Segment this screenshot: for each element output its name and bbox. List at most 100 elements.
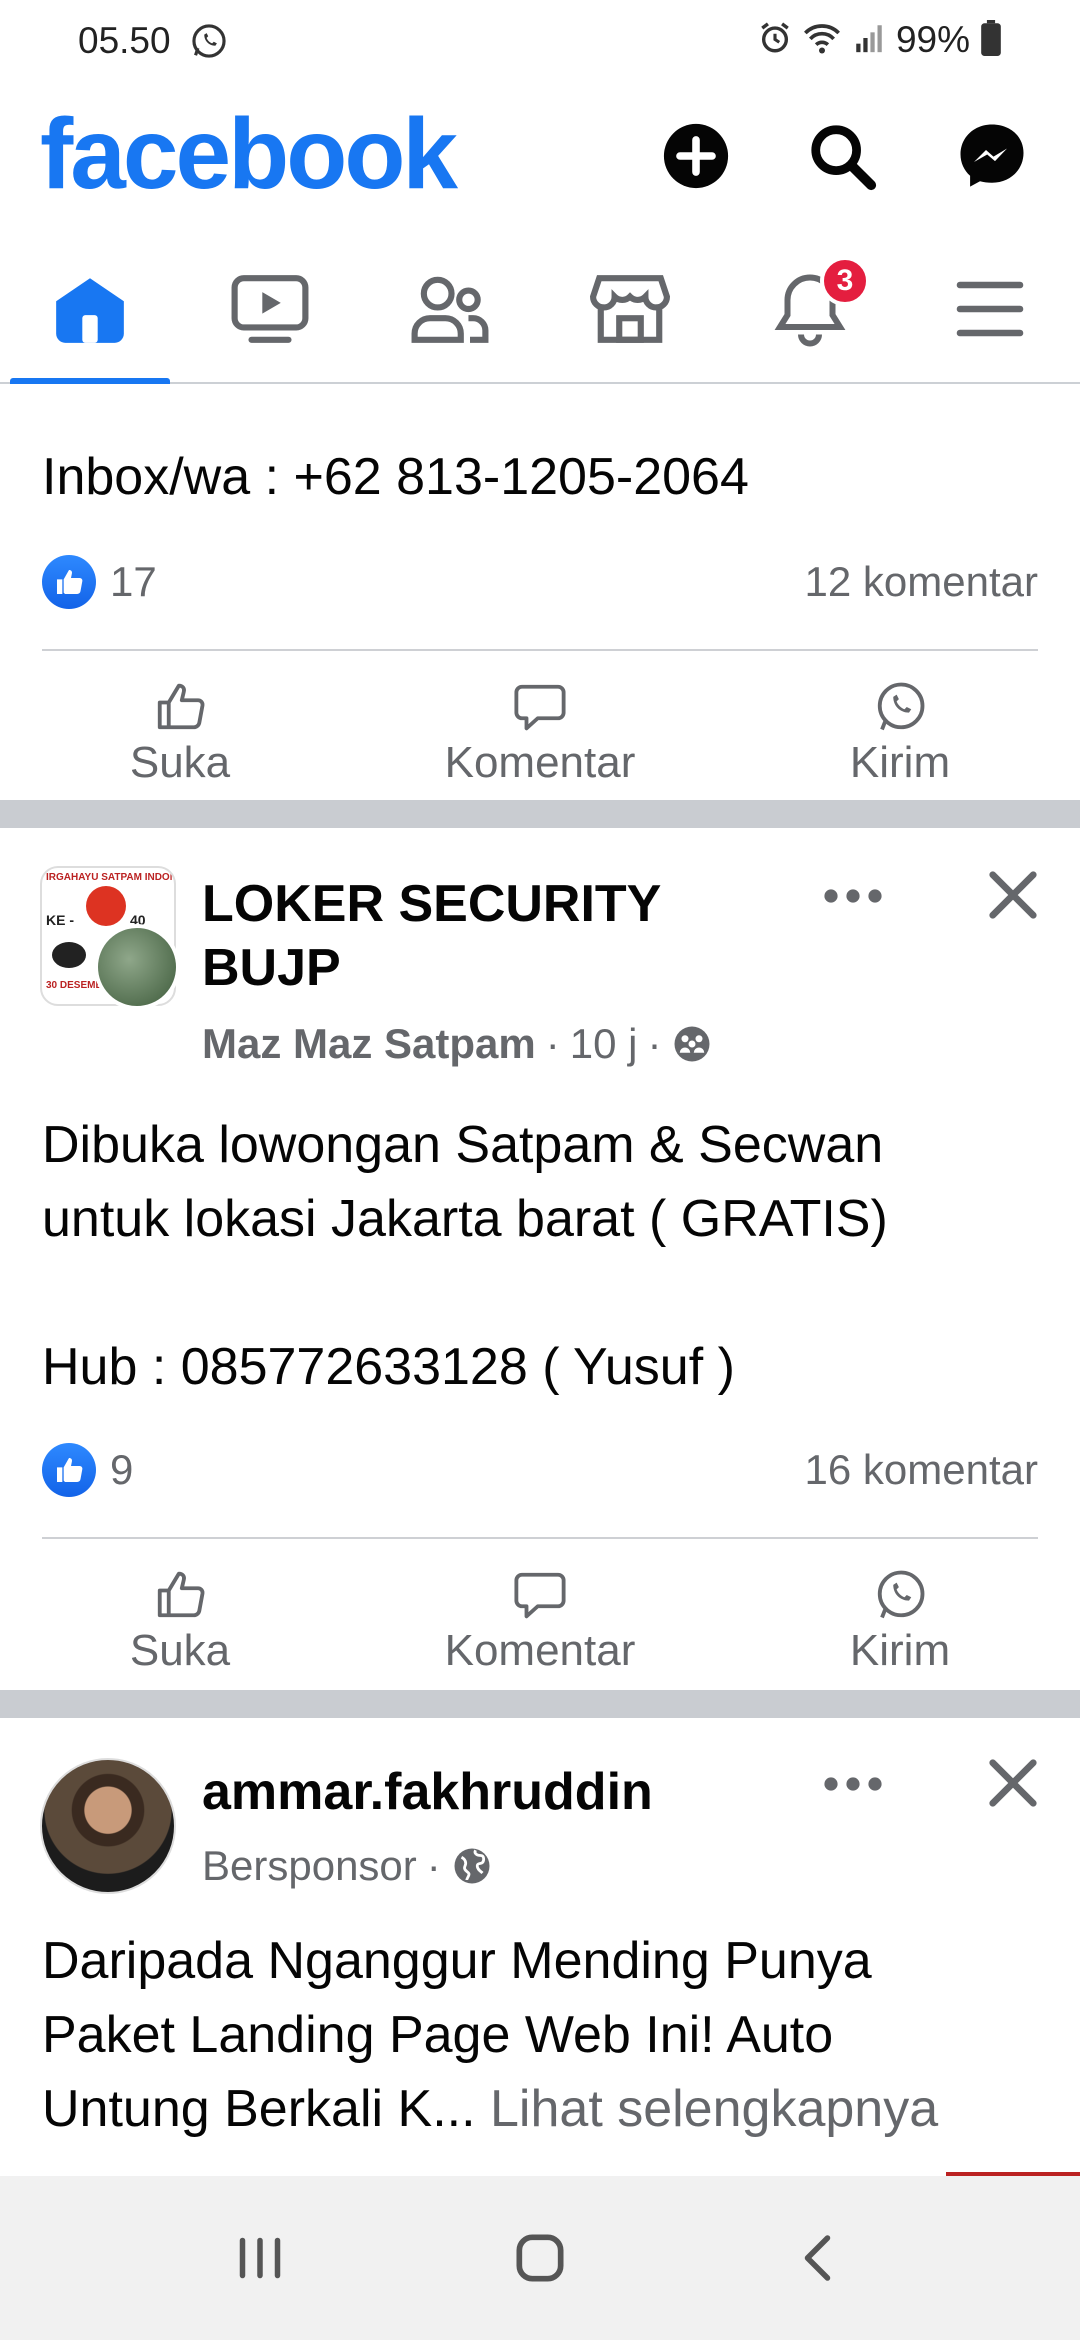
- plus-icon: [663, 123, 729, 189]
- post-text-line: Dibuka lowongan Satpam & Secwan: [42, 1116, 884, 1174]
- post-text-line: Daripada Nganggur Mending Punya: [42, 1932, 872, 1990]
- badge-emblem: [86, 886, 126, 926]
- hamburger-menu-icon: [956, 281, 1024, 337]
- more-options-button[interactable]: [818, 876, 888, 916]
- group-audience-icon: [674, 1026, 710, 1062]
- messenger-icon: [960, 124, 1024, 187]
- send-button[interactable]: Kirim: [720, 1552, 1080, 1692]
- send-button[interactable]: Kirim: [720, 664, 1080, 804]
- main-tabs: 3: [0, 234, 1080, 384]
- home-icon: [56, 278, 124, 343]
- wifi-icon: [802, 21, 842, 60]
- battery-percent: 99%: [895, 19, 970, 60]
- post-meta: Bersponsor ·: [202, 1842, 493, 1890]
- reaction-summary[interactable]: 9 16 komentar: [42, 1440, 1038, 1500]
- battery-icon: [980, 19, 1002, 61]
- like-button[interactable]: Suka: [0, 664, 360, 804]
- tab-friends[interactable]: [360, 234, 540, 384]
- divider: [42, 1537, 1038, 1539]
- tab-menu[interactable]: [900, 234, 1080, 384]
- like-button[interactable]: Suka: [0, 1552, 360, 1692]
- post-text-line: Untung Berkali K...: [42, 2080, 476, 2138]
- post-text-line: Hub : 085772633128 ( Yusuf ): [42, 1338, 735, 1396]
- comment-label: Komentar: [444, 1626, 636, 1675]
- reaction-summary[interactable]: 17 12 komentar: [42, 552, 1038, 612]
- marketplace-icon: [590, 275, 670, 343]
- group-name[interactable]: LOKER SECURITY BUJP: [202, 872, 762, 1000]
- more-dots-icon: [824, 889, 882, 903]
- comment-icon: [514, 684, 566, 731]
- divider: [42, 649, 1038, 651]
- messenger-button[interactable]: [956, 120, 1028, 192]
- post-separator: [0, 1690, 1080, 1718]
- send-label: Kirim: [849, 1626, 951, 1675]
- comment-label: Komentar: [444, 738, 636, 787]
- close-icon: [989, 1759, 1037, 1807]
- like-label: Suka: [129, 738, 231, 787]
- thumbs-up-icon: [157, 1571, 205, 1618]
- status-time: 05.50: [78, 20, 171, 61]
- comment-count[interactable]: 12 komentar: [805, 558, 1038, 606]
- thumbs-up-icon: [157, 683, 205, 730]
- post-time[interactable]: 10 j: [570, 1020, 638, 1068]
- more-options-button[interactable]: [818, 1764, 888, 1804]
- comment-icon: [514, 1572, 566, 1619]
- comment-count[interactable]: 16 komentar: [805, 1446, 1038, 1494]
- advertiser-name[interactable]: ammar.fakhruddin: [202, 1760, 653, 1824]
- status-bar: 05.50 99%: [0, 0, 1080, 84]
- meta-dot: ·: [426, 1842, 441, 1889]
- recent-apps-button[interactable]: [200, 2198, 320, 2318]
- whatsapp-icon: [877, 1570, 925, 1619]
- like-count: 17: [110, 558, 157, 605]
- search-button[interactable]: [806, 120, 878, 192]
- author-name[interactable]: Maz Maz Satpam: [202, 1020, 536, 1068]
- meta-dot: ·: [545, 1020, 560, 1067]
- active-tab-indicator: [10, 378, 170, 384]
- tab-watch[interactable]: [180, 234, 360, 384]
- facebook-logo[interactable]: facebook: [40, 104, 458, 204]
- alarm-icon: [758, 21, 792, 60]
- search-icon: [811, 125, 877, 191]
- author-avatar[interactable]: [94, 924, 180, 1010]
- like-label: Suka: [129, 1626, 231, 1675]
- post-meta: Maz Maz Satpam · 10 j ·: [202, 1020, 713, 1068]
- back-chevron-icon: [804, 2235, 831, 2281]
- like-reaction-icon: [42, 1443, 96, 1497]
- recent-apps-icon: [239, 2237, 281, 2279]
- post-actions: Suka Komentar Kirim: [0, 1552, 1080, 1692]
- whatsapp-icon: [877, 682, 925, 731]
- avatar-caption: IRGAHAYU SATPAM INDONESIA: [46, 872, 174, 883]
- badge-emblem: [52, 942, 86, 968]
- avatar-ke-text: KE -: [46, 912, 74, 928]
- sponsored-label[interactable]: Bersponsor: [202, 1842, 417, 1890]
- close-icon: [989, 871, 1037, 919]
- advertiser-avatar[interactable]: [40, 1758, 176, 1894]
- post-text: Daripada Nganggur Mending Punya Paket La…: [42, 1924, 1052, 2146]
- post-text: Inbox/wa : +62 813-1205-2064: [42, 448, 749, 506]
- meta-dot: ·: [647, 1020, 662, 1067]
- tab-notifications[interactable]: 3: [720, 234, 900, 384]
- see-more-link[interactable]: Lihat selengkapnya: [490, 2080, 938, 2138]
- comment-button[interactable]: Komentar: [360, 664, 720, 804]
- globe-icon: [454, 1848, 490, 1884]
- friends-icon: [411, 276, 489, 343]
- create-button[interactable]: [660, 120, 732, 192]
- like-reaction-icon: [42, 555, 96, 609]
- hide-post-button[interactable]: [978, 1748, 1048, 1818]
- tab-home[interactable]: [0, 234, 180, 384]
- comment-button[interactable]: Komentar: [360, 1552, 720, 1692]
- home-square-icon: [516, 2234, 564, 2282]
- app-header: facebook: [0, 84, 1080, 234]
- post-text-line: untuk lokasi Jakarta barat ( GRATIS): [42, 1190, 888, 1248]
- whatsapp-notification-icon: [190, 22, 228, 60]
- home-button[interactable]: [480, 2198, 600, 2318]
- video-icon: [231, 275, 309, 343]
- like-count: 9: [110, 1446, 134, 1493]
- send-label: Kirim: [849, 738, 951, 787]
- back-button[interactable]: [760, 2198, 880, 2318]
- post-actions: Suka Komentar Kirim: [0, 664, 1080, 804]
- more-dots-icon: [824, 1777, 882, 1791]
- tab-marketplace[interactable]: [540, 234, 720, 384]
- post-separator: [0, 800, 1080, 828]
- hide-post-button[interactable]: [978, 860, 1048, 930]
